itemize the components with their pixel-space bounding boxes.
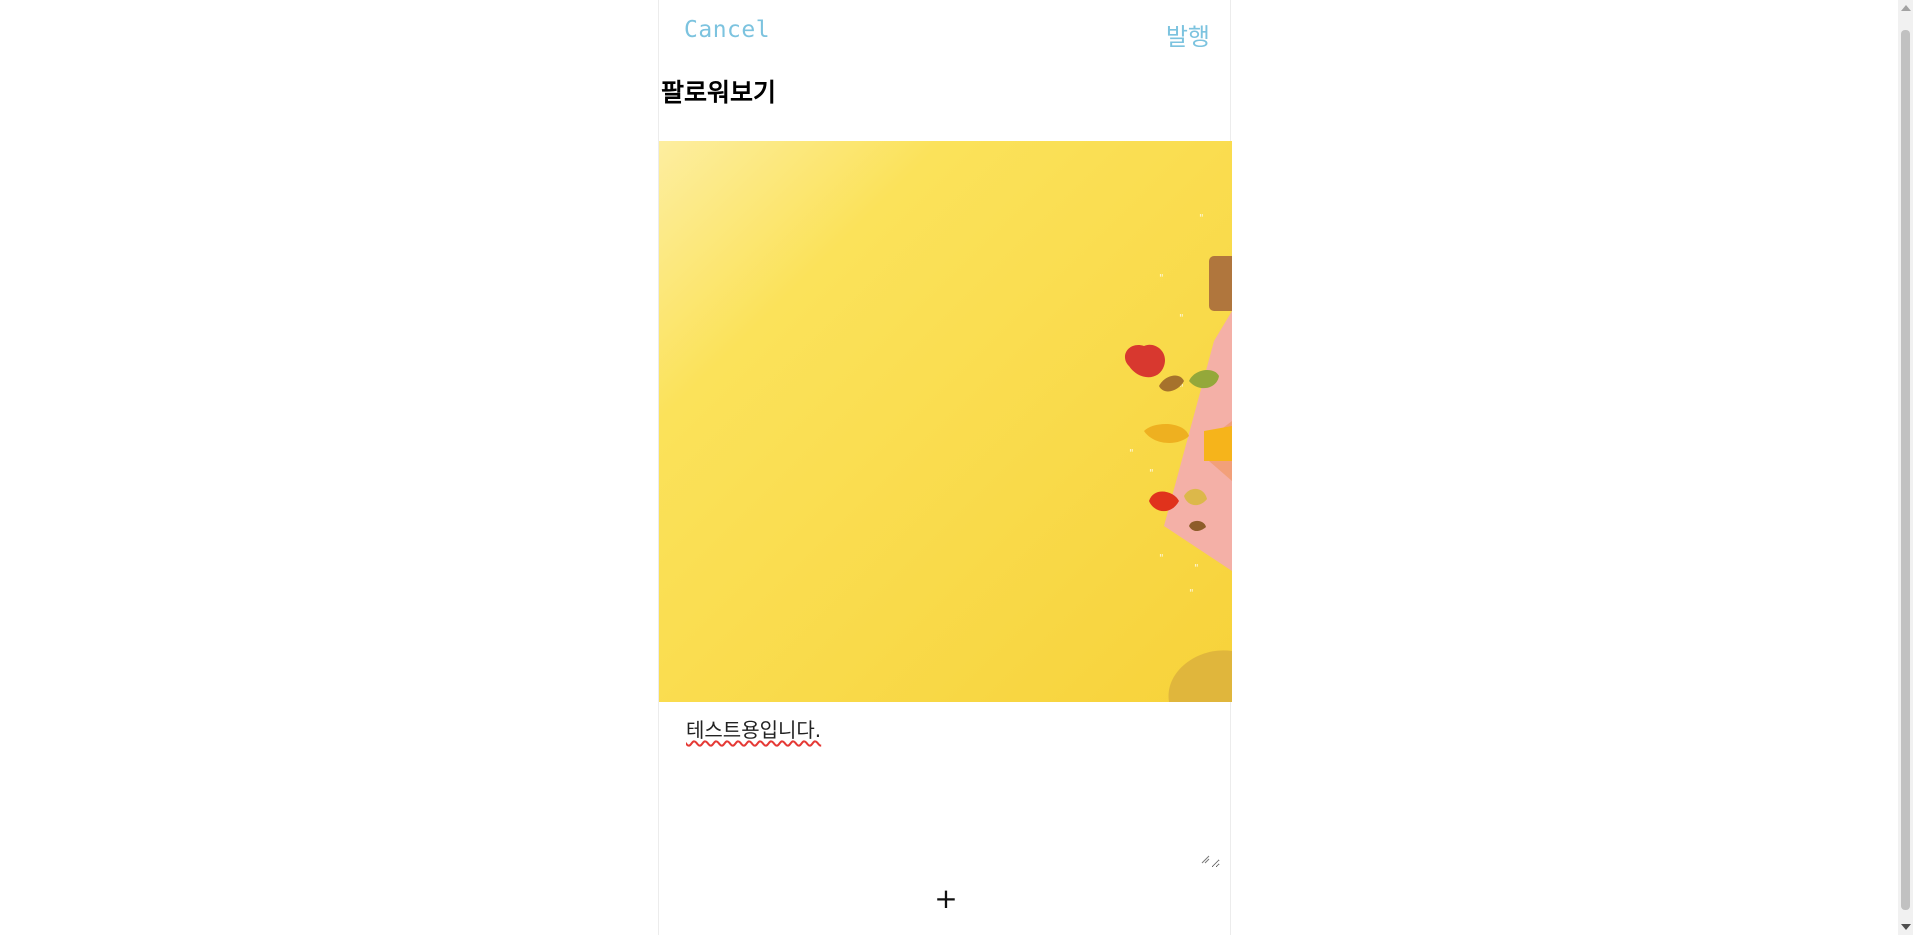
svg-text:": " bbox=[1129, 448, 1134, 459]
svg-text:": " bbox=[1149, 468, 1154, 479]
post-image[interactable]: " " " " " " " " " " bbox=[659, 141, 1232, 702]
scroll-up-icon[interactable] bbox=[1901, 5, 1911, 11]
scroll-down-icon[interactable] bbox=[1901, 924, 1911, 930]
scroll-thumb[interactable] bbox=[1901, 30, 1910, 910]
add-button[interactable]: + bbox=[931, 884, 961, 914]
body-textarea[interactable]: 테스트용입니다. bbox=[684, 710, 1220, 868]
body-editor: 테스트용입니다. bbox=[684, 710, 1220, 868]
svg-text:": " bbox=[1179, 313, 1184, 324]
page-scrollbar[interactable] bbox=[1898, 0, 1913, 935]
top-bar: Cancel 발행 bbox=[659, 0, 1230, 66]
svg-text:": " bbox=[1194, 563, 1199, 574]
publish-button[interactable]: 발행 bbox=[1166, 17, 1210, 52]
compose-panel: Cancel 발행 팔로워보기 " " " " " " " " " 테스트용입니… bbox=[658, 0, 1232, 935]
svg-text:": " bbox=[1189, 588, 1194, 599]
cancel-button[interactable]: Cancel bbox=[684, 17, 770, 43]
svg-text:": " bbox=[1159, 553, 1164, 564]
svg-text:": " bbox=[1199, 213, 1204, 224]
post-title: 팔로워보기 bbox=[661, 78, 777, 107]
svg-text:": " bbox=[1159, 273, 1164, 284]
